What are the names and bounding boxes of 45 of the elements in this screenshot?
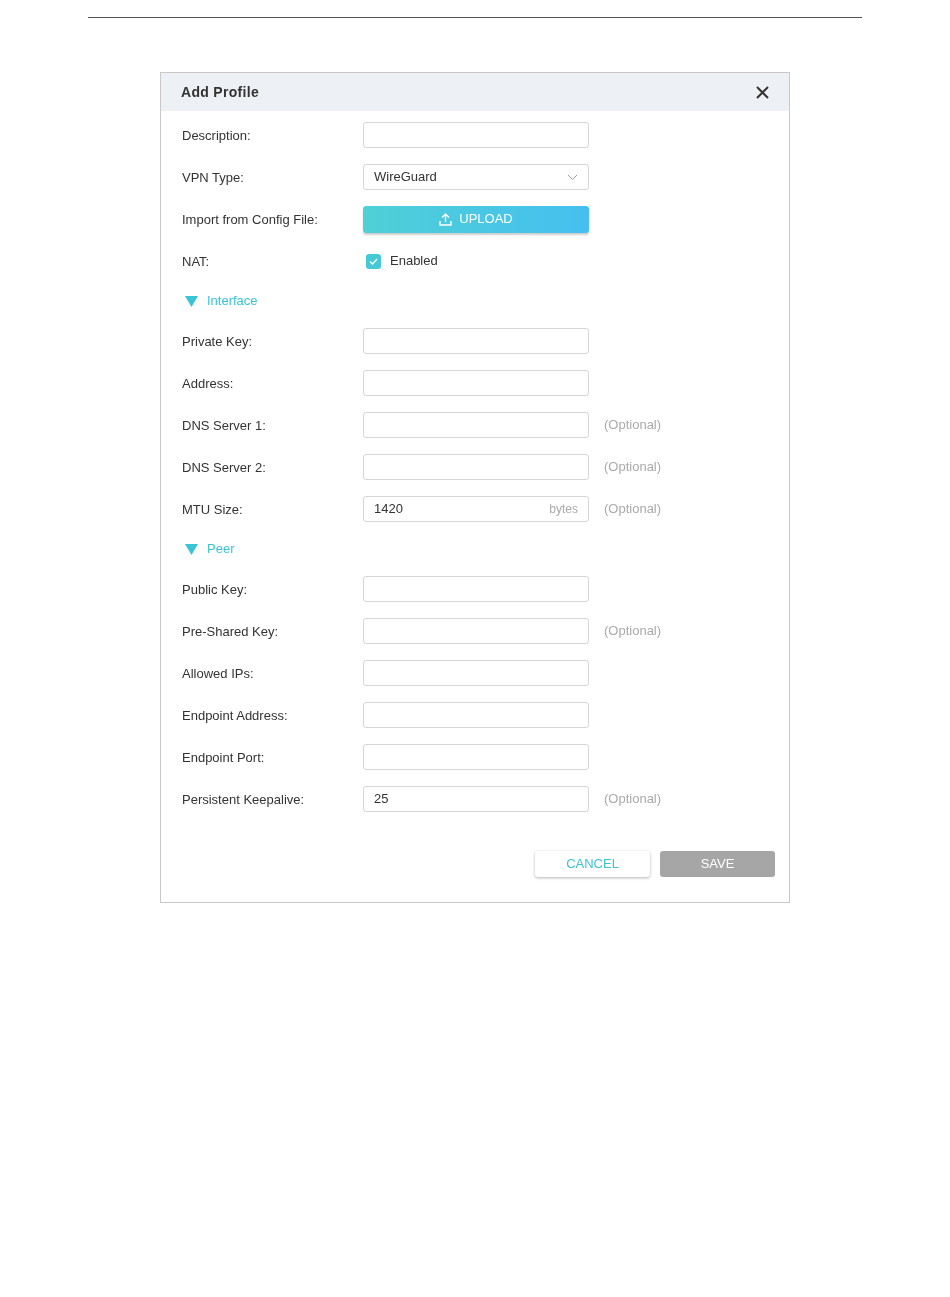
upload-button[interactable]: UPLOAD: [363, 205, 589, 233]
field-label: Endpoint Port:: [182, 750, 265, 765]
input-field[interactable]: [363, 702, 589, 728]
input-field[interactable]: [363, 618, 589, 644]
field-label: Allowed IPs:: [182, 666, 254, 681]
upload-icon: [439, 212, 453, 226]
field-label: Address:: [182, 376, 234, 391]
optional-hint: (Optional): [604, 622, 662, 641]
checkmark-icon: [369, 257, 378, 265]
input-field[interactable]: 25: [363, 786, 589, 812]
chevron-down-icon: [567, 173, 578, 181]
field-label: MTU Size:: [182, 502, 243, 517]
optional-hint: (Optional): [604, 500, 662, 519]
field-label: Pre-Shared Key:: [182, 624, 279, 639]
field-label: Endpoint Address:: [182, 708, 288, 723]
checkbox-label: Enabled: [390, 252, 438, 271]
optional-hint: (Optional): [604, 416, 662, 435]
section-toggle[interactable]: Interface: [185, 291, 258, 311]
input-field[interactable]: [363, 412, 589, 438]
field-label: Import from Config File:: [182, 212, 318, 227]
close-icon[interactable]: [756, 85, 769, 99]
optional-hint: (Optional): [604, 458, 662, 477]
field-label: Persistent Keepalive:: [182, 792, 305, 807]
field-label: Public Key:: [182, 582, 248, 597]
input-field[interactable]: [363, 576, 589, 602]
input-field[interactable]: [363, 122, 589, 148]
field-label: Description:: [182, 128, 251, 143]
optional-hint: (Optional): [604, 790, 662, 809]
field-label: Private Key:: [182, 334, 253, 349]
section-toggle[interactable]: Peer: [185, 539, 235, 559]
input-field[interactable]: 1420 bytes: [363, 496, 589, 522]
input-field[interactable]: [363, 454, 589, 480]
checkbox[interactable]: [366, 253, 381, 269]
vpn-type-select[interactable]: WireGuard: [363, 164, 589, 190]
field-label: VPN Type:: [182, 170, 244, 185]
input-field[interactable]: [363, 660, 589, 686]
dialog-title: Add Profile: [181, 82, 259, 102]
input-field[interactable]: [363, 744, 589, 770]
cancel-button[interactable]: CANCEL: [535, 851, 650, 877]
input-field[interactable]: [363, 328, 589, 354]
field-label: DNS Server 2:: [182, 460, 266, 475]
unit-label: bytes: [549, 501, 578, 518]
input-field[interactable]: [363, 370, 589, 396]
field-label: NAT:: [182, 254, 210, 269]
field-label: DNS Server 1:: [182, 418, 266, 433]
